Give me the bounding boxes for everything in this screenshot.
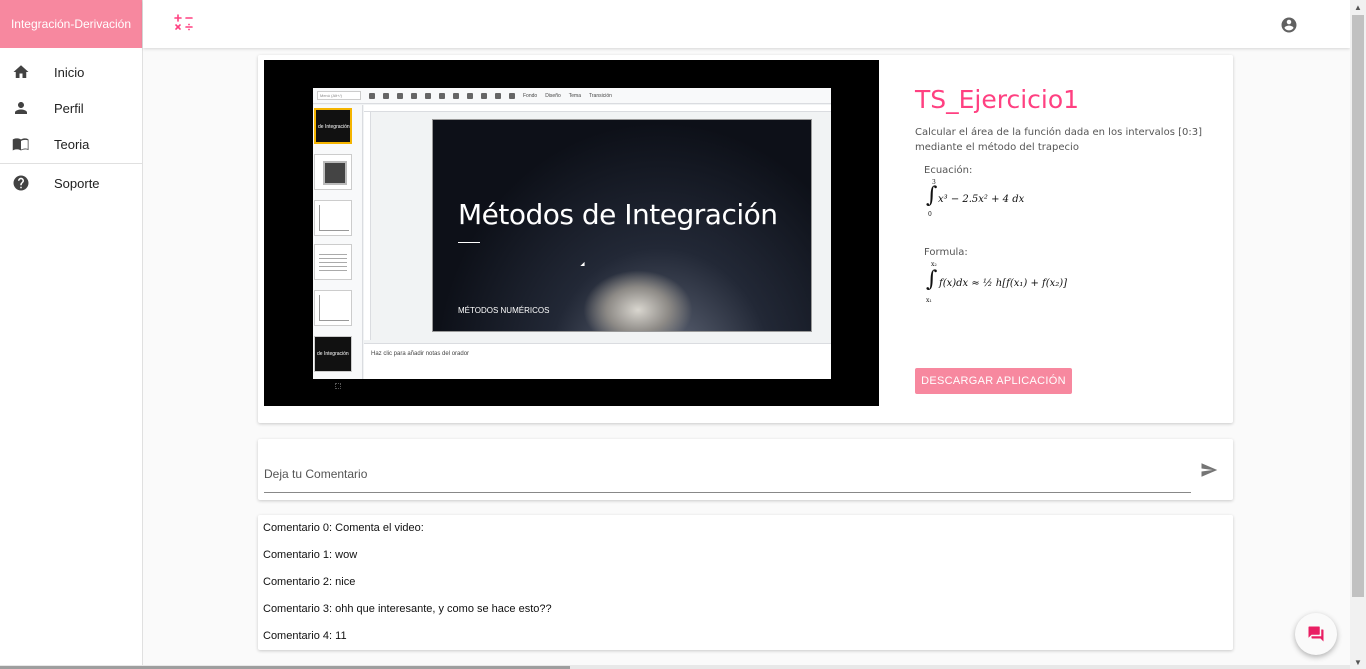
- send-comment-button[interactable]: [1200, 461, 1218, 479]
- toolbar-item: Diseño: [545, 92, 561, 99]
- scroll-up-arrow[interactable]: ▲: [1350, 0, 1366, 14]
- chat-fab-button[interactable]: [1295, 613, 1337, 655]
- sidebar-item-soporte[interactable]: Soporte: [0, 165, 142, 201]
- video-slide-editor-capture: Menú (Alt+/) Fondo Diseño Tema Transició…: [313, 88, 831, 389]
- shape-icon: [481, 92, 487, 99]
- formula-math: ∫ x₂ x₁ f(x)dx ≈ ½ h[f(x₁) + f(x₂)]: [926, 261, 1068, 304]
- slide-thumbnail: de Integración: [314, 108, 352, 144]
- image-icon: [467, 92, 473, 99]
- sidebar-item-inicio[interactable]: Inicio: [0, 54, 142, 90]
- slide-subtitle: MÉTODOS NUMÉRICOS: [458, 306, 550, 315]
- help-icon: [0, 174, 54, 192]
- textbox-icon: [453, 92, 459, 99]
- title-slide: Métodos de Integración MÉTODOS NUMÉRICOS: [432, 119, 812, 332]
- redo-icon: [397, 92, 403, 99]
- equation-label: Ecuación:: [924, 165, 973, 176]
- cursor-icon: [439, 92, 445, 99]
- formula-label: Formula:: [924, 247, 968, 258]
- toolbar-search: Menú (Alt+/): [317, 91, 361, 100]
- horizontal-ruler: [364, 105, 831, 112]
- comment-input[interactable]: [264, 455, 1191, 493]
- sidebar-item-teoria[interactable]: Teoria: [0, 126, 142, 162]
- slide-thumbnail: de Integración: [314, 336, 352, 372]
- toolbar-item: Tema: [568, 92, 581, 99]
- slide-thumbnail: [314, 290, 352, 326]
- editor-toolbar: Menú (Alt+/) Fondo Diseño Tema Transició…: [313, 88, 831, 104]
- scrollbar-thumb[interactable]: [1352, 15, 1364, 597]
- account-circle-icon[interactable]: [1280, 16, 1298, 34]
- undo-icon: [383, 92, 389, 99]
- app-brand[interactable]: Integración-Derivación: [0, 0, 142, 48]
- slide-canvas: Métodos de Integración MÉTODOS NUMÉRICOS: [371, 112, 831, 340]
- horizontal-scrollbar[interactable]: [0, 665, 1350, 669]
- slide-thumbnails: de Integración de Integración: [313, 105, 363, 389]
- grid-view-icon: [335, 383, 341, 389]
- video-player[interactable]: Menú (Alt+/) Fondo Diseño Tema Transició…: [264, 60, 879, 406]
- send-icon: [1201, 463, 1218, 477]
- sidebar-item-label: Perfil: [54, 100, 84, 116]
- calculator-icon[interactable]: [174, 13, 194, 33]
- print-icon: [411, 92, 417, 99]
- vertical-scrollbar[interactable]: ▲ ▼: [1350, 0, 1366, 669]
- sidebar-divider: [0, 163, 142, 164]
- vertical-ruler: [364, 112, 371, 340]
- toolbar-item: Transición: [589, 92, 612, 99]
- top-app-bar: [143, 0, 1350, 48]
- zoom-icon: [425, 92, 431, 99]
- exercise-title: TS_Ejercicio1: [915, 85, 1080, 114]
- person-icon: [0, 99, 54, 117]
- comments-list: Comentario 0: Comenta el video: Comentar…: [258, 515, 1233, 650]
- sidebar-item-label: Teoria: [54, 136, 90, 152]
- comment-item: Comentario 4: 11: [263, 630, 347, 642]
- line-icon: [495, 92, 501, 99]
- slide-thumbnail: [314, 200, 352, 236]
- slide-thumbnail: [314, 244, 352, 280]
- toolbar-item: Fondo: [523, 92, 538, 99]
- slide-title: Métodos de Integración: [458, 198, 778, 231]
- comment-item: Comentario 3: ohh que interesante, y com…: [263, 603, 552, 615]
- sidebar-item-label: Soporte: [54, 175, 100, 191]
- book-icon: [0, 135, 54, 153]
- slide-thumbnail: [314, 154, 352, 190]
- scroll-down-arrow[interactable]: ▼: [1350, 655, 1366, 669]
- slide-divider: [458, 242, 480, 243]
- exercise-description: Calcular el área de la función dada en l…: [915, 127, 1202, 153]
- exercise-card: Menú (Alt+/) Fondo Diseño Tema Transició…: [258, 55, 1233, 423]
- add-icon: [369, 92, 375, 99]
- comment-item: Comentario 2: nice: [263, 576, 356, 588]
- home-icon: [0, 63, 54, 81]
- cloud-image: [583, 270, 693, 331]
- comment-form: [258, 439, 1233, 500]
- equation-math: ∫ 3 0 x³ − 2.5x² + 4 dx: [926, 179, 1025, 218]
- speaker-notes: Haz clic para añadir notas del orador: [364, 343, 831, 379]
- sidebar-item-label: Inicio: [54, 64, 85, 80]
- comment-icon: [509, 92, 515, 99]
- comment-item: Comentario 1: wow: [263, 549, 358, 561]
- sidebar-item-perfil[interactable]: Perfil: [0, 90, 142, 126]
- mouse-cursor-icon: [580, 261, 587, 269]
- forum-icon: [1308, 626, 1324, 642]
- comment-item: Comentario 0: Comenta el video:: [263, 522, 424, 534]
- sidebar: Integración-Derivación Inicio Perfil Teo…: [0, 0, 143, 669]
- download-app-button[interactable]: DESCARGAR APLICACIÓN: [915, 368, 1072, 394]
